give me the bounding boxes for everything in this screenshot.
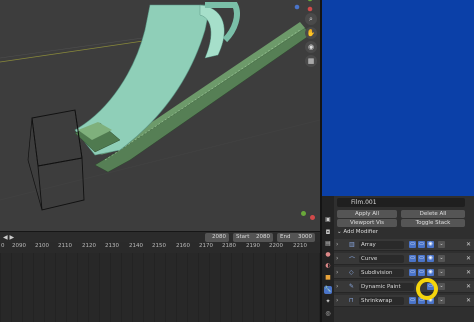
modifier-tab-icon[interactable]: 🔧 [324, 286, 332, 294]
3d-viewport[interactable]: ⌕ ✋ ◉ ▦ [0, 0, 320, 231]
end-label: End [280, 234, 291, 240]
end-value: 3000 [298, 234, 312, 240]
ruler-tick: 2110 [58, 243, 72, 249]
curve-icon: ⌒ [349, 257, 356, 264]
properties-panel: ▣ ◘ ▤ ● ◐ ■ 🔧 ✦ ◎ Film.001 Apply All Del… [322, 196, 474, 322]
delete-all-button[interactable]: Delete All [401, 210, 465, 218]
array-icon: ▥ [349, 241, 355, 248]
render-area[interactable] [322, 0, 474, 196]
camera-icon[interactable]: ◉ [305, 41, 317, 53]
menu-icon[interactable]: ⌄ [438, 297, 445, 304]
modifier-name[interactable]: Shrinkwrap [359, 297, 404, 305]
close-icon[interactable]: ✕ [466, 269, 471, 276]
start-label: Start [236, 234, 250, 240]
scene-tab-icon[interactable]: ● [324, 251, 332, 259]
brush-icon: ✎ [349, 283, 355, 290]
ruler-tick: 2210 [293, 243, 307, 249]
close-icon[interactable]: ✕ [466, 241, 471, 248]
modifier-row-array[interactable]: › ▥ Array ▭ ▭ ◉ ⌄ ✕ [334, 239, 474, 251]
end-frame-field[interactable]: End 3000 [277, 233, 315, 242]
expand-icon[interactable]: › [336, 255, 338, 262]
object-name: Film.001 [351, 199, 377, 206]
close-icon[interactable]: ✕ [466, 297, 471, 304]
output-tab-icon[interactable]: ▤ [324, 240, 332, 248]
start-value: 2080 [256, 234, 270, 240]
viewport-vis-button[interactable]: Viewport Vis [337, 219, 397, 227]
hand-icon[interactable]: ✋ [305, 27, 317, 39]
edit-mode-toggle[interactable]: ▭ [409, 297, 416, 304]
modifier-name[interactable]: Dynamic Paint [359, 283, 414, 291]
add-modifier-dropdown[interactable]: ⌄ Add Modifier [337, 229, 378, 235]
physics-tab-icon[interactable]: ◎ [324, 310, 332, 318]
toggle-stack-button[interactable]: Toggle Stack [401, 219, 465, 227]
close-icon[interactable]: ✕ [466, 283, 471, 290]
render-toggle[interactable]: ◉ [427, 241, 434, 248]
ruler-tick: 2200 [269, 243, 283, 249]
render-tab-icon[interactable]: ◘ [324, 229, 332, 237]
timeline-body[interactable] [0, 253, 320, 322]
y-axis-dot [301, 211, 306, 216]
ruler-tick: 2170 [199, 243, 213, 249]
modifier-name[interactable]: Array [359, 241, 404, 249]
expand-icon[interactable]: › [336, 283, 338, 290]
modifier-row-dynamic-paint[interactable]: › ✎ Dynamic Paint ▭ ⌄ ✕ [334, 281, 474, 293]
timeline-ruler[interactable]: 0 2090 2100 2110 2120 2130 2140 2150 216… [0, 242, 320, 253]
ruler-tick: 2190 [246, 243, 260, 249]
start-frame-field[interactable]: Start 2080 [233, 233, 273, 242]
ruler-tick: 2180 [222, 243, 236, 249]
menu-icon[interactable]: ⌄ [438, 255, 445, 262]
ruler-tick: 0 [1, 243, 5, 249]
world-tab-icon[interactable]: ◐ [324, 262, 332, 270]
ruler-tick: 2130 [105, 243, 119, 249]
shrinkwrap-icon: ⊓ [349, 297, 354, 304]
viewport-scene [0, 0, 320, 211]
modifier-name[interactable]: Curve [359, 255, 404, 263]
render-toggle[interactable]: ◉ [427, 255, 434, 262]
edit-mode-toggle[interactable]: ▭ [409, 241, 416, 248]
add-modifier-label: Add Modifier [343, 229, 378, 235]
play-icon[interactable]: ◀ ▶ [3, 234, 14, 241]
modifier-row-subdivision[interactable]: › ◇ Subdivision ▭ ▭ ◉ ⌄ ✕ [334, 267, 474, 279]
tool-tab-icon[interactable]: ▣ [324, 216, 332, 224]
subdivision-icon: ◇ [349, 269, 354, 276]
zoom-icon[interactable]: ⌕ [305, 13, 317, 25]
ruler-tick: 2120 [82, 243, 96, 249]
close-icon[interactable]: ✕ [466, 255, 471, 262]
highlight-circle [416, 278, 438, 300]
ruler-tick: 2160 [176, 243, 190, 249]
particles-tab-icon[interactable]: ✦ [324, 298, 332, 306]
modifier-properties: Film.001 Apply All Delete All Viewport V… [334, 196, 474, 322]
render-toggle[interactable]: ◉ [427, 269, 434, 276]
menu-icon[interactable]: ⌄ [438, 241, 445, 248]
viewport-toggle[interactable]: ▭ [418, 269, 425, 276]
viewport-toggle[interactable]: ▭ [418, 255, 425, 262]
properties-tabs: ▣ ◘ ▤ ● ◐ ■ 🔧 ✦ ◎ [322, 196, 334, 322]
current-frame-field[interactable]: 2080 [205, 233, 229, 242]
apply-all-button[interactable]: Apply All [337, 210, 397, 218]
blender-window: ⌕ ✋ ◉ ▦ ◀ ▶ 2080 Start 2080 End 3000 0 2… [0, 0, 474, 322]
viewport-toggle[interactable]: ▭ [418, 241, 425, 248]
object-tab-icon[interactable]: ■ [324, 274, 332, 282]
timeline-header: ◀ ▶ 2080 Start 2080 End 3000 [0, 231, 320, 242]
object-name-field[interactable]: Film.001 [337, 198, 465, 207]
edit-mode-toggle[interactable]: ▭ [409, 269, 416, 276]
modifier-row-curve[interactable]: › ⌒ Curve ▭ ▭ ◉ ⌄ ✕ [334, 253, 474, 265]
modifier-row-shrinkwrap[interactable]: › ⊓ Shrinkwrap ▭ ▭ ◉ ⌄ ✕ [334, 295, 474, 307]
ruler-tick: 2090 [12, 243, 26, 249]
modifier-name[interactable]: Subdivision [359, 269, 404, 277]
edit-mode-toggle[interactable]: ▭ [409, 255, 416, 262]
ruler-tick: 2100 [35, 243, 49, 249]
expand-icon[interactable]: › [336, 297, 338, 304]
ruler-tick: 2140 [129, 243, 143, 249]
grid-icon[interactable]: ▦ [305, 55, 317, 67]
menu-icon[interactable]: ⌄ [438, 269, 445, 276]
x-axis-dot [310, 215, 315, 220]
expand-icon[interactable]: › [336, 269, 338, 276]
ruler-tick: 2150 [152, 243, 166, 249]
menu-icon[interactable]: ⌄ [438, 283, 445, 290]
expand-icon[interactable]: › [336, 241, 338, 248]
